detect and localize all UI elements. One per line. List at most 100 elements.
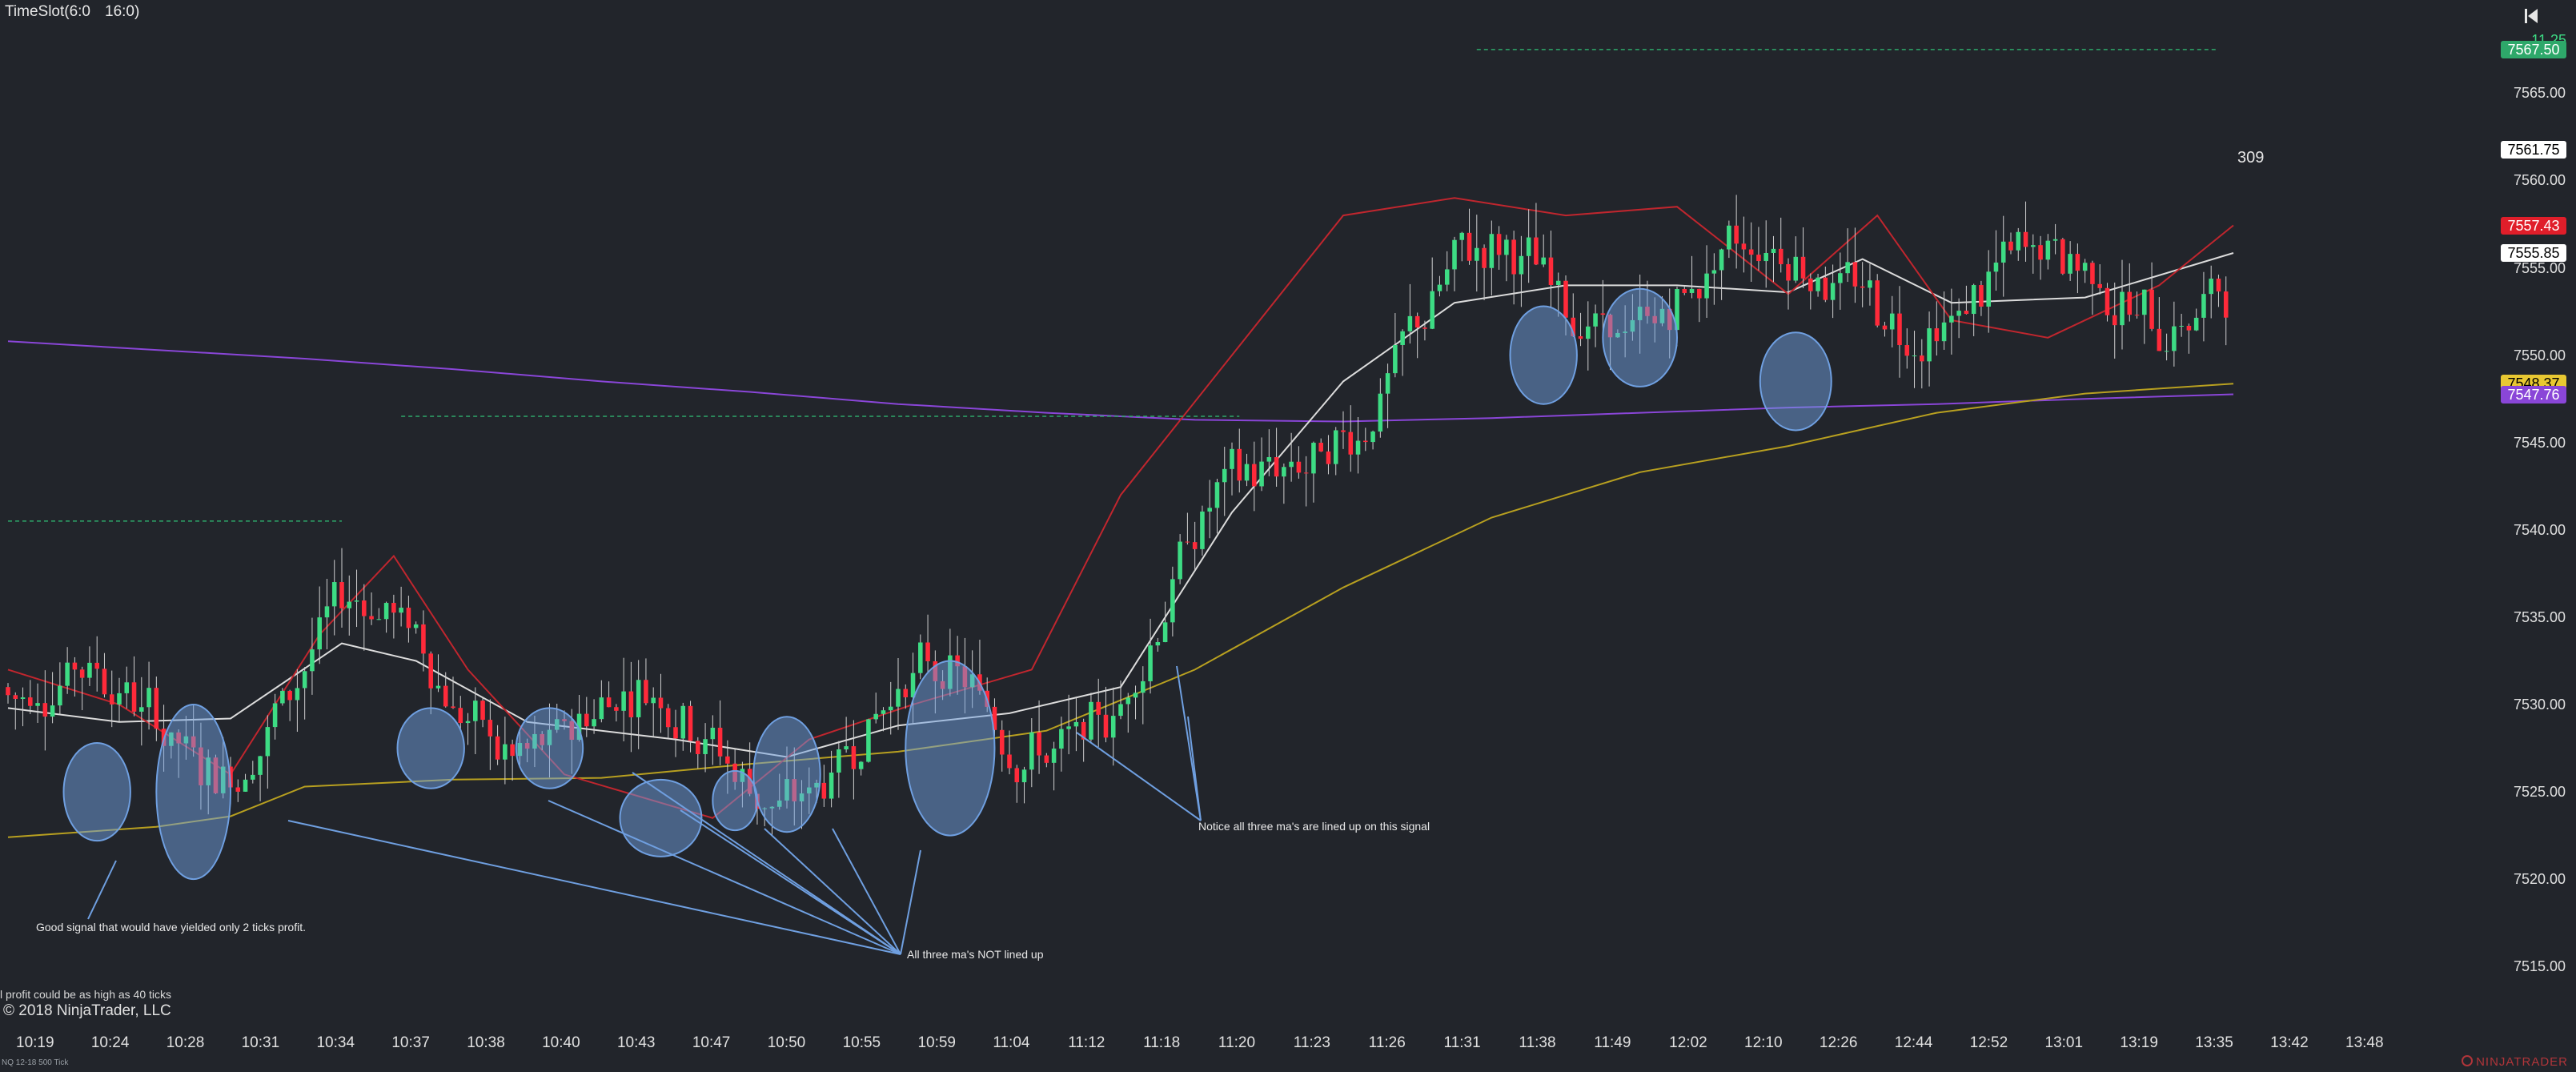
time-tick: 13:42: [2270, 1034, 2309, 1051]
price-marker: 7547.76: [2501, 385, 2566, 404]
candle: [1489, 234, 1495, 268]
candle: [339, 582, 344, 608]
candle: [688, 705, 693, 741]
candle: [354, 600, 359, 602]
candle: [35, 703, 40, 706]
candle: [925, 642, 930, 662]
price-marker: 7557.43: [2501, 216, 2566, 235]
candle: [139, 707, 144, 712]
candle: [1414, 315, 1420, 328]
candle: [2016, 231, 2021, 251]
candle: [1482, 247, 1487, 268]
candle: [1467, 232, 1472, 261]
candle: [1141, 681, 1146, 693]
candle: [888, 706, 893, 711]
candle: [2105, 287, 2110, 315]
candle: [1838, 273, 1843, 283]
chart-window: Good signal that would have yielded only…: [0, 0, 2576, 1072]
candle: [1044, 755, 1049, 763]
candle: [2193, 317, 2199, 331]
candle: [703, 739, 708, 754]
candle: [458, 708, 463, 724]
candle: [42, 703, 48, 717]
candle: [1986, 271, 1991, 307]
candle: [1125, 697, 1131, 705]
candle: [1697, 288, 1702, 299]
signal-ellipse: [515, 707, 584, 789]
candle: [1719, 249, 1724, 271]
indicator-slot: 16:0): [105, 3, 140, 20]
candle: [1073, 721, 1079, 727]
candle: [2075, 254, 2080, 271]
signal-ellipse: [1602, 287, 1679, 387]
volume-value: 309: [2237, 149, 2265, 167]
candle: [1452, 239, 1457, 270]
candle: [376, 619, 382, 620]
candle: [1148, 645, 1153, 681]
candle: [124, 682, 130, 693]
candle: [1763, 252, 1768, 262]
candle: [1162, 622, 1168, 643]
candle: [1586, 326, 1591, 339]
candle: [673, 727, 678, 739]
candle: [1949, 315, 1954, 323]
price-tick: 7540.00: [2514, 521, 2566, 538]
chart-title: TimeSlot(6:0 16:0): [5, 3, 139, 21]
candle: [644, 680, 648, 704]
candle: [102, 668, 107, 695]
candle: [1845, 262, 1850, 274]
candle: [1771, 248, 1776, 253]
candle: [280, 690, 285, 704]
ninjatrader-logo: NINJATRADER: [2462, 1055, 2568, 1069]
candle: [243, 779, 248, 792]
candle: [858, 761, 864, 769]
candle: [2097, 283, 2102, 288]
candle: [331, 582, 337, 607]
candle: [2127, 291, 2133, 315]
candle: [1956, 311, 1961, 316]
candle: [1214, 482, 1220, 508]
candle: [1021, 769, 1027, 783]
candle: [821, 782, 827, 799]
candle: [473, 701, 478, 721]
candle: [1875, 280, 1880, 326]
candle: [347, 601, 352, 608]
candle: [13, 695, 18, 699]
candlestick-chart: Good signal that would have yielded only…: [6, 49, 2234, 961]
time-tick: 12:26: [1819, 1034, 1858, 1051]
price-marker: 7555.85: [2501, 244, 2566, 262]
candle: [1207, 508, 1212, 512]
annotation-arrow: [764, 828, 901, 955]
candle: [1741, 243, 1747, 250]
candle: [317, 617, 322, 650]
candle: [1230, 448, 1234, 469]
candle: [1756, 255, 1761, 262]
time-tick: 12:52: [1969, 1034, 2008, 1051]
candle: [79, 669, 85, 678]
candle: [58, 685, 62, 706]
annotation-arrow: [1187, 716, 1202, 821]
candle: [28, 697, 33, 706]
candle: [2060, 239, 2065, 274]
candle: [2149, 289, 2154, 329]
candle: [1237, 448, 1242, 481]
time-tick: 12:02: [1669, 1034, 1707, 1051]
scroll-to-end-icon[interactable]: [2522, 6, 2541, 26]
candle: [2023, 231, 2028, 247]
candle: [2090, 263, 2095, 284]
candle: [2031, 245, 2036, 247]
candle: [1475, 247, 1479, 261]
candle: [2045, 240, 2051, 260]
candle: [1378, 393, 1383, 432]
candle: [999, 729, 1005, 755]
price-marker: 7561.75: [2501, 141, 2566, 159]
candle: [1110, 716, 1116, 738]
price-chart-area[interactable]: Good signal that would have yielded only…: [0, 0, 2466, 1028]
candle: [72, 662, 78, 670]
candle: [1979, 285, 1984, 307]
candle: [451, 706, 455, 709]
candle: [435, 685, 441, 689]
candle: [503, 744, 508, 760]
candle: [1904, 345, 1910, 356]
candle: [1927, 328, 1932, 362]
